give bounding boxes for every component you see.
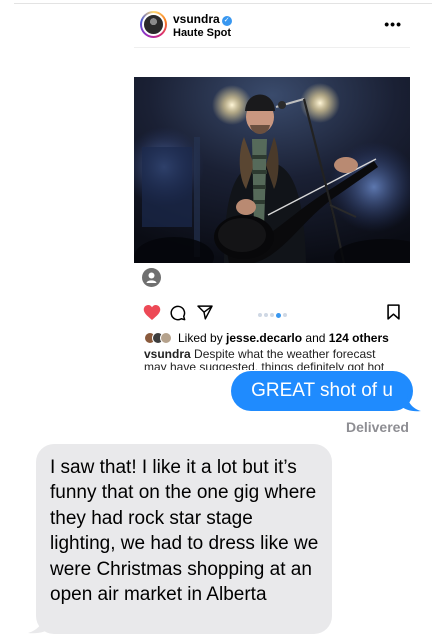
post-username[interactable]: vsundra ✓	[173, 12, 232, 26]
profile-avatar-ring[interactable]	[140, 11, 167, 38]
sent-message-bubble[interactable]: GREAT shot of u	[231, 371, 413, 411]
bookmark-icon[interactable]	[387, 304, 400, 325]
likes-summary[interactable]: Liked by jesse.decarlo and 124 others	[144, 331, 389, 347]
delivered-status: Delivered	[345, 419, 409, 435]
avatar	[160, 332, 172, 344]
received-message-bubble[interactable]: I saw that! I like it a lot but it’s fun…	[36, 444, 332, 634]
carousel-dot	[264, 313, 268, 317]
avatar	[142, 13, 165, 36]
shared-instagram-post[interactable]: vsundra ✓ Haute Spot ••• Liked by jesse.…	[134, 8, 410, 370]
received-bubble-tail	[28, 614, 50, 634]
liker-avatars	[144, 332, 174, 344]
post-location[interactable]: Haute Spot	[173, 27, 231, 39]
carousel-dot	[258, 313, 262, 317]
post-header: vsundra ✓ Haute Spot •••	[134, 8, 410, 48]
post-action-bar	[134, 304, 410, 328]
carousel-dot	[283, 313, 287, 317]
user-tag-icon[interactable]	[142, 268, 161, 287]
liked-by-mid: and	[302, 331, 329, 345]
paper-plane-icon[interactable]	[197, 305, 213, 325]
carousel-dot-active	[276, 312, 281, 318]
caption-username[interactable]: vsundra	[144, 347, 191, 361]
carousel-dot	[270, 313, 274, 317]
verified-badge-icon: ✓	[221, 16, 232, 26]
liked-by-count[interactable]: 124 others	[329, 331, 389, 345]
post-caption: vsundra Despite what the weather forecas…	[144, 347, 400, 371]
liked-by-user[interactable]: jesse.decarlo	[226, 331, 302, 345]
heart-icon[interactable]	[143, 304, 161, 326]
liked-by-prefix: Liked by	[178, 331, 227, 345]
sent-bubble-tail	[401, 394, 421, 412]
username-text: vsundra	[173, 12, 220, 26]
comment-icon[interactable]	[170, 305, 186, 326]
top-divider	[14, 3, 432, 4]
ellipsis-icon[interactable]: •••	[384, 16, 402, 32]
post-photo-concert[interactable]	[134, 77, 410, 263]
